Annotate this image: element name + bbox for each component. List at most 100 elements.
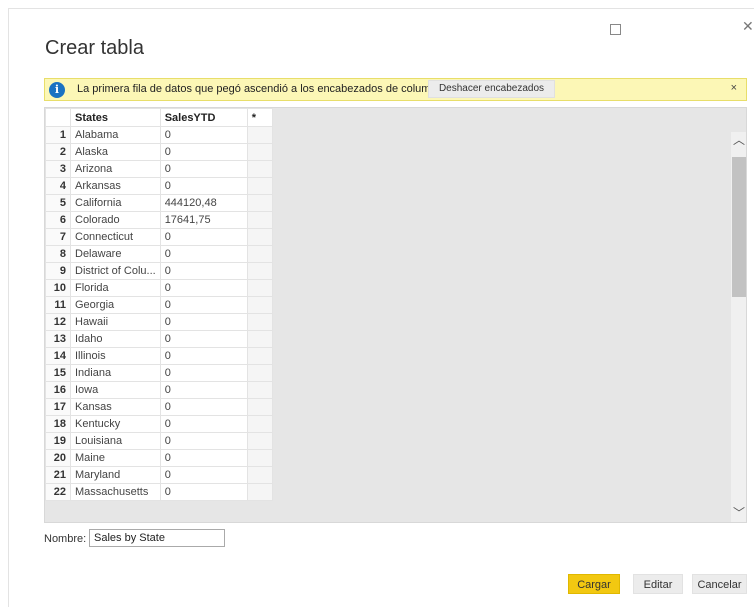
cell-empty[interactable]	[246, 398, 273, 416]
cell-sales[interactable]: 0	[159, 398, 248, 416]
cell-state[interactable]: Florida	[70, 279, 161, 297]
cell-sales[interactable]: 0	[159, 347, 248, 365]
cell-sales[interactable]: 0	[159, 432, 248, 450]
cell-empty[interactable]	[246, 194, 273, 212]
table-row: 20 Maine 0	[45, 449, 273, 467]
cell-empty[interactable]	[246, 279, 273, 297]
cell-state[interactable]: California	[70, 194, 161, 212]
cell-sales[interactable]: 0	[159, 330, 248, 348]
cell-sales[interactable]: 0	[159, 228, 248, 246]
cell-sales[interactable]: 444120,48	[159, 194, 248, 212]
scroll-down-icon[interactable]: ﹀	[732, 507, 746, 519]
row-number: 18	[45, 415, 71, 433]
cell-empty[interactable]	[246, 466, 273, 484]
cell-empty[interactable]	[246, 228, 273, 246]
cell-sales[interactable]: 0	[159, 364, 248, 382]
cell-empty[interactable]	[246, 126, 273, 144]
column-header-states[interactable]: States	[70, 108, 161, 127]
table-row: 5 California 444120,48	[45, 194, 273, 212]
cell-state[interactable]: Arizona	[70, 160, 161, 178]
close-icon[interactable]: ✕	[742, 18, 754, 35]
cell-empty[interactable]	[246, 313, 273, 331]
create-table-dialog: Crear tabla ✕ i La primera fila de datos…	[8, 8, 754, 607]
load-button[interactable]: Cargar	[568, 574, 620, 594]
cell-sales[interactable]: 0	[159, 415, 248, 433]
row-number: 4	[45, 177, 71, 195]
row-number: 3	[45, 160, 71, 178]
cell-sales[interactable]: 0	[159, 160, 248, 178]
cell-state[interactable]: Iowa	[70, 381, 161, 399]
cell-empty[interactable]	[246, 432, 273, 450]
table-row: 3 Arizona 0	[45, 160, 273, 178]
cell-empty[interactable]	[246, 177, 273, 195]
cell-state[interactable]: Louisiana	[70, 432, 161, 450]
cell-empty[interactable]	[246, 449, 273, 467]
row-number: 12	[45, 313, 71, 331]
cell-empty[interactable]	[246, 143, 273, 161]
row-number: 22	[45, 483, 71, 501]
cell-empty[interactable]	[246, 364, 273, 382]
cell-state[interactable]: Kentucky	[70, 415, 161, 433]
edit-button[interactable]: Editar	[633, 574, 683, 594]
cell-sales[interactable]: 0	[159, 279, 248, 297]
table-name-input[interactable]	[89, 529, 225, 547]
cell-state[interactable]: Georgia	[70, 296, 161, 314]
cell-sales[interactable]: 0	[159, 483, 248, 501]
cell-sales[interactable]: 0	[159, 313, 248, 331]
cell-empty[interactable]	[246, 483, 273, 501]
cell-state[interactable]: District of Colu...	[70, 262, 161, 280]
restore-icon[interactable]	[610, 24, 621, 35]
cell-empty[interactable]	[246, 296, 273, 314]
cell-state[interactable]: Maine	[70, 449, 161, 467]
cell-empty[interactable]	[246, 330, 273, 348]
cell-sales[interactable]: 0	[159, 262, 248, 280]
cell-empty[interactable]	[246, 262, 273, 280]
cell-sales[interactable]: 0	[159, 245, 248, 263]
table-row: 22 Massachusetts 0	[45, 483, 273, 501]
vertical-scrollbar[interactable]: ︿ ﹀	[731, 132, 746, 522]
cell-sales[interactable]: 0	[159, 296, 248, 314]
cell-state[interactable]: Connecticut	[70, 228, 161, 246]
column-header-salesytd[interactable]: SalesYTD	[159, 108, 248, 127]
row-number: 5	[45, 194, 71, 212]
cell-state[interactable]: Alabama	[70, 126, 161, 144]
cell-state[interactable]: Arkansas	[70, 177, 161, 195]
cell-state[interactable]: Alaska	[70, 143, 161, 161]
scroll-thumb[interactable]	[732, 157, 746, 297]
cell-state[interactable]: Maryland	[70, 466, 161, 484]
cell-empty[interactable]	[246, 347, 273, 365]
cell-sales[interactable]: 0	[159, 126, 248, 144]
dialog-title: Crear tabla	[45, 37, 144, 59]
row-number: 7	[45, 228, 71, 246]
cell-sales[interactable]: 0	[159, 449, 248, 467]
cell-state[interactable]: Illinois	[70, 347, 161, 365]
table-row: 18 Kentucky 0	[45, 415, 273, 433]
cell-empty[interactable]	[246, 245, 273, 263]
table-row: 10 Florida 0	[45, 279, 273, 297]
cell-sales[interactable]: 17641,75	[159, 211, 248, 229]
info-close-icon[interactable]: ×	[731, 82, 737, 94]
cell-empty[interactable]	[246, 415, 273, 433]
table-row: 13 Idaho 0	[45, 330, 273, 348]
cell-state[interactable]: Massachusetts	[70, 483, 161, 501]
cell-empty[interactable]	[246, 211, 273, 229]
cell-state[interactable]: Indiana	[70, 364, 161, 382]
table-row: 9 District of Colu... 0	[45, 262, 273, 280]
cell-state[interactable]: Hawaii	[70, 313, 161, 331]
row-number-header	[45, 108, 71, 127]
cell-sales[interactable]: 0	[159, 177, 248, 195]
table-row: 21 Maryland 0	[45, 466, 273, 484]
cell-sales[interactable]: 0	[159, 381, 248, 399]
cell-empty[interactable]	[246, 160, 273, 178]
cancel-button[interactable]: Cancelar	[692, 574, 747, 594]
scroll-up-icon[interactable]: ︿	[732, 134, 746, 146]
cell-state[interactable]: Idaho	[70, 330, 161, 348]
cell-state[interactable]: Colorado	[70, 211, 161, 229]
undo-headers-button[interactable]: Deshacer encabezados	[428, 80, 555, 98]
cell-empty[interactable]	[246, 381, 273, 399]
cell-state[interactable]: Kansas	[70, 398, 161, 416]
cell-state[interactable]: Delaware	[70, 245, 161, 263]
cell-sales[interactable]: 0	[159, 466, 248, 484]
cell-sales[interactable]: 0	[159, 143, 248, 161]
add-column-header[interactable]: *	[246, 108, 273, 127]
